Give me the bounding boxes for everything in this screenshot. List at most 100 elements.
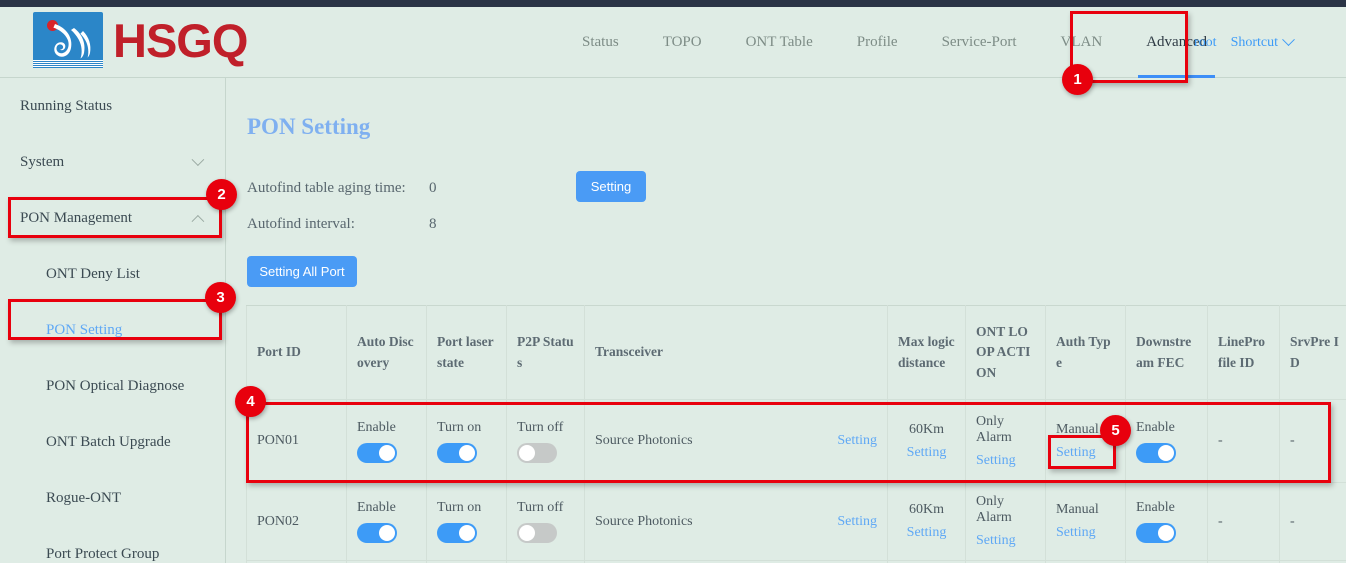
toggle-knob	[519, 445, 535, 461]
nav-item-topo[interactable]: TOPO	[641, 7, 724, 78]
transceiver-value: Source Photonics	[595, 514, 693, 530]
cell-transceiver: Source Photonics Setting	[585, 483, 888, 561]
sidebar-item-ont-deny-list[interactable]: ONT Deny List	[0, 246, 225, 302]
toggle-knob	[519, 525, 535, 541]
cell-max-logic-distance: 60Km Setting	[888, 400, 966, 483]
max-logic-distance-value: 60Km	[898, 502, 955, 518]
sidebar-item-label: Running Status	[20, 98, 112, 115]
annotation-badge-5: 5	[1100, 415, 1131, 446]
chevron-down-icon	[192, 153, 205, 166]
annotation-badge-2: 2	[206, 179, 237, 210]
toggle-knob	[1158, 445, 1174, 461]
brand-name: HSGQ	[113, 13, 247, 68]
cell-port-id: PON02	[247, 483, 347, 561]
page-title: PON Setting	[247, 114, 370, 140]
brand-logo[interactable]: HSGQ	[33, 12, 247, 68]
nav-item-service-port[interactable]: Service-Port	[920, 7, 1039, 78]
downstream-fec-label: Enable	[1136, 500, 1197, 516]
setting-button[interactable]: Setting	[576, 171, 646, 202]
auth-type-setting-link-pon02[interactable]: Setting	[1056, 525, 1115, 541]
p2p-status-label: Turn off	[517, 420, 574, 436]
toggle-knob	[379, 525, 395, 541]
downstream-fec-toggle[interactable]	[1136, 523, 1176, 543]
sidebar-item-label: Rogue-ONT	[46, 490, 121, 507]
shortcut-menu[interactable]: Shortcut	[1231, 35, 1293, 51]
col-port-id: Port ID	[247, 306, 347, 400]
top-accent-strip	[0, 0, 1346, 7]
transceiver-setting-link[interactable]: Setting	[837, 433, 877, 449]
auth-type-setting-link-pon01[interactable]: Setting	[1056, 445, 1115, 461]
max-logic-distance-setting-link[interactable]: Setting	[898, 445, 955, 461]
toggle-knob	[459, 525, 475, 541]
table-row-pon01[interactable]: PON01 Enable Turn on	[247, 400, 1346, 483]
downstream-fec-label: Enable	[1136, 420, 1197, 436]
auto-discovery-toggle[interactable]	[357, 443, 397, 463]
cell-p2p-status: Turn off	[507, 400, 585, 483]
col-srv-pre-id: SrvPre ID	[1280, 306, 1346, 400]
sidebar-item-label: PON Optical Diagnose	[46, 378, 184, 395]
col-auth-type: Auth Type	[1046, 306, 1126, 400]
annotation-badge-4: 4	[235, 386, 266, 417]
cell-srv-pre-id: -	[1280, 483, 1346, 561]
sidebar-item-pon-optical-diagnose[interactable]: PON Optical Diagnose	[0, 358, 225, 414]
logo-stripes	[33, 60, 103, 68]
cell-auto-discovery: Enable	[347, 483, 427, 561]
table-row-pon02[interactable]: PON02 Enable Turn on	[247, 483, 1346, 561]
autofind-aging-time-value: 0	[429, 180, 437, 197]
sidebar-item-running-status[interactable]: Running Status	[0, 78, 225, 134]
cell-transceiver: Source Photonics Setting	[585, 400, 888, 483]
ont-loop-action-value: Only Alarm	[976, 414, 1035, 446]
cell-auth-type: Manual Setting	[1046, 483, 1126, 561]
app-root: HSGQ Status TOPO ONT Table Profile Servi…	[0, 0, 1346, 563]
sidebar-item-pon-setting[interactable]: PON Setting	[0, 302, 225, 358]
sidebar-item-label: PON Setting	[46, 322, 122, 339]
cell-port-laser-state: Turn on	[427, 400, 507, 483]
chevron-down-icon	[1282, 33, 1295, 46]
sidebar-item-pon-management[interactable]: PON Management	[0, 190, 225, 246]
setting-all-port-button[interactable]: Setting All Port	[247, 256, 357, 287]
ont-loop-action-setting-link[interactable]: Setting	[976, 453, 1035, 469]
auto-discovery-toggle[interactable]	[357, 523, 397, 543]
hsgq-logo-icon	[33, 12, 103, 68]
cell-srv-pre-id: -	[1280, 400, 1346, 483]
sidebar-item-ont-batch-upgrade[interactable]: ONT Batch Upgrade	[0, 414, 225, 470]
toggle-knob	[379, 445, 395, 461]
sidebar-item-label: System	[20, 154, 64, 171]
sidebar-item-label: Port Protect Group	[46, 546, 159, 563]
shortcut-label: Shortcut	[1231, 35, 1278, 51]
cell-port-laser-state: Turn on	[427, 483, 507, 561]
col-transceiver: Transceiver	[585, 306, 888, 400]
col-max-logic-distance: Max logic distance	[888, 306, 966, 400]
col-ont-loop-action: ONT LOOP ACTION	[966, 306, 1046, 400]
transceiver-value: Source Photonics	[595, 433, 693, 449]
transceiver-setting-link[interactable]: Setting	[837, 514, 877, 530]
autofind-interval-label: Autofind interval:	[247, 216, 355, 233]
cell-p2p-status: Turn off	[507, 483, 585, 561]
port-laser-state-toggle[interactable]	[437, 443, 477, 463]
p2p-status-toggle[interactable]	[517, 523, 557, 543]
auto-discovery-label: Enable	[357, 500, 416, 516]
current-user-label[interactable]: root	[1194, 35, 1217, 51]
sidebar-item-port-protect-group[interactable]: Port Protect Group	[0, 526, 225, 563]
p2p-status-toggle[interactable]	[517, 443, 557, 463]
port-laser-state-label: Turn on	[437, 420, 496, 436]
main-nav: Status TOPO ONT Table Profile Service-Po…	[560, 7, 1229, 78]
col-auto-discovery: Auto Discovery	[347, 306, 427, 400]
port-laser-state-toggle[interactable]	[437, 523, 477, 543]
sidebar-item-rogue-ont[interactable]: Rogue-ONT	[0, 470, 225, 526]
max-logic-distance-setting-link[interactable]: Setting	[898, 525, 955, 541]
nav-item-ont-table[interactable]: ONT Table	[724, 7, 835, 78]
toggle-knob	[1158, 525, 1174, 541]
nav-item-status[interactable]: Status	[560, 7, 641, 78]
sidebar-item-system[interactable]: System	[0, 134, 225, 190]
p2p-status-label: Turn off	[517, 500, 574, 516]
cell-ont-loop-action: Only Alarm Setting	[966, 400, 1046, 483]
chevron-up-icon	[192, 214, 205, 227]
nav-item-profile[interactable]: Profile	[835, 7, 920, 78]
max-logic-distance-value: 60Km	[898, 422, 955, 438]
downstream-fec-toggle[interactable]	[1136, 443, 1176, 463]
ont-loop-action-setting-link[interactable]: Setting	[976, 533, 1035, 549]
col-line-profile-id: LineProfile ID	[1208, 306, 1280, 400]
sidebar-item-label: ONT Batch Upgrade	[46, 434, 171, 451]
col-downstream-fec: Downstream FEC	[1126, 306, 1208, 400]
